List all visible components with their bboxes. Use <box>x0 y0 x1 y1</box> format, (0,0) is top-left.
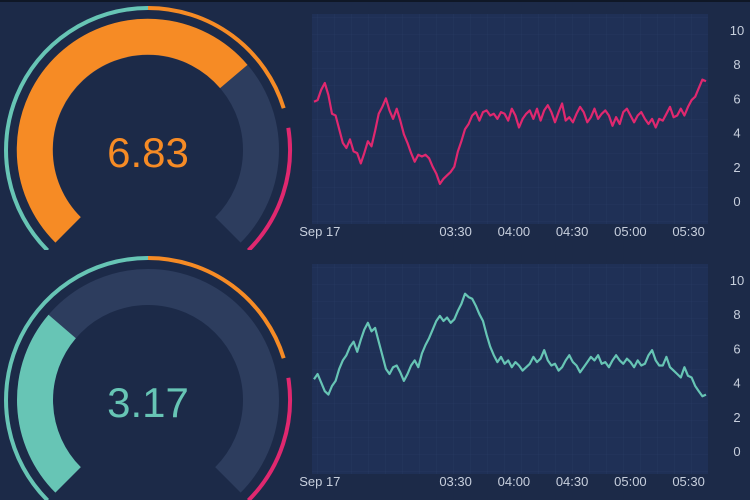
gauge-bottom <box>4 256 293 500</box>
x-tick-label: 05:00 <box>614 224 647 239</box>
monitor-panel-bottom: 3.17 0 2 4 6 8 10 Sep 17 03:30 04:00 04:30 05:00 05… <box>0 250 750 500</box>
x-tick-label: 04:30 <box>556 224 589 239</box>
x-tick-label: 05:30 <box>672 224 705 239</box>
x-tick-label: 04:00 <box>498 474 531 489</box>
y-tick-label: 4 <box>733 376 740 391</box>
monitor-panel-top: 6.83 0 2 4 6 8 10 Sep 17 03:30 04:00 04:30 05:00 05… <box>0 0 750 250</box>
y-tick-label: 6 <box>733 341 740 356</box>
y-tick-label: 6 <box>733 91 740 106</box>
y-tick-label: 10 <box>730 273 744 288</box>
x-tick-label: 05:30 <box>672 474 705 489</box>
plot-grid <box>312 14 708 224</box>
y-tick-label: 4 <box>733 126 740 141</box>
x-tick-label: 05:00 <box>614 474 647 489</box>
x-tick-label: Sep 17 <box>300 474 340 489</box>
y-tick-label: 2 <box>733 410 740 425</box>
y-tick-label: 8 <box>733 307 740 322</box>
x-tick-label: 03:30 <box>439 474 472 489</box>
y-tick-label: 0 <box>733 444 740 459</box>
y-tick-label: 8 <box>733 57 740 72</box>
x-tick-label: 04:30 <box>556 474 589 489</box>
line-chart-top: 0 2 4 6 8 10 Sep 17 03:30 04:00 04:30 05:00 05:30 <box>300 14 744 239</box>
gauge-value-label: 3.17 <box>107 379 189 426</box>
plot-grid <box>312 264 708 474</box>
gauge-top <box>4 6 293 250</box>
x-tick-label: 03:30 <box>439 224 472 239</box>
y-tick-label: 0 <box>733 194 740 209</box>
line-chart-bottom: 0 2 4 6 8 10 Sep 17 03:30 04:00 04:30 05:00 05:30 <box>300 264 744 489</box>
gauge-value-label: 6.83 <box>107 129 189 176</box>
x-tick-label: Sep 17 <box>300 224 340 239</box>
x-tick-label: 04:00 <box>498 224 531 239</box>
y-tick-label: 2 <box>733 160 740 175</box>
y-tick-label: 10 <box>730 23 744 38</box>
